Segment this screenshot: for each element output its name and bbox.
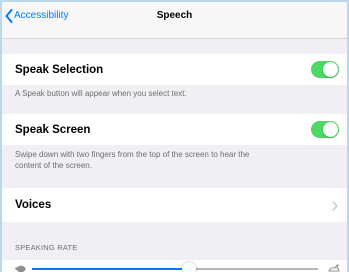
speak-screen-toggle[interactable] xyxy=(311,121,339,138)
speak-screen-footer-line1: Swipe down with two fingers from the top… xyxy=(15,150,250,159)
page-title: Speech xyxy=(156,10,193,21)
toggle-knob xyxy=(323,62,338,77)
speak-screen-label: Speak Screen xyxy=(15,124,91,136)
speak-selection-label: Speak Selection xyxy=(15,64,104,76)
speak-selection-toggle[interactable] xyxy=(311,61,339,78)
voices-row[interactable]: Voices xyxy=(2,188,347,222)
speaking-rate-slider-thumb[interactable] xyxy=(182,262,197,272)
navigation-bar: Accessibility Speech xyxy=(2,2,347,39)
hare-icon xyxy=(328,264,340,272)
speaking-rate-row xyxy=(2,260,347,272)
voices-label: Voices xyxy=(15,199,52,211)
speak-selection-footer: A Speak button will appear when you sele… xyxy=(15,89,187,98)
speaking-rate-header: SPEAKING RATE xyxy=(15,243,78,252)
speak-screen-footer-line2: content of the screen. xyxy=(15,160,92,170)
speak-screen-row: Speak Screen xyxy=(2,114,347,145)
toggle-knob xyxy=(323,122,338,137)
speaking-rate-track xyxy=(189,268,318,270)
tortoise-icon xyxy=(15,265,26,272)
chevron-right-icon xyxy=(332,201,338,211)
speaking-rate-track-filled xyxy=(32,268,190,270)
speak-screen-footer: Swipe down with two fingers from the top… xyxy=(15,150,333,171)
speech-settings-screen: Accessibility Speech Speak Selection A S… xyxy=(2,2,347,272)
speak-selection-row: Speak Selection xyxy=(2,54,347,85)
